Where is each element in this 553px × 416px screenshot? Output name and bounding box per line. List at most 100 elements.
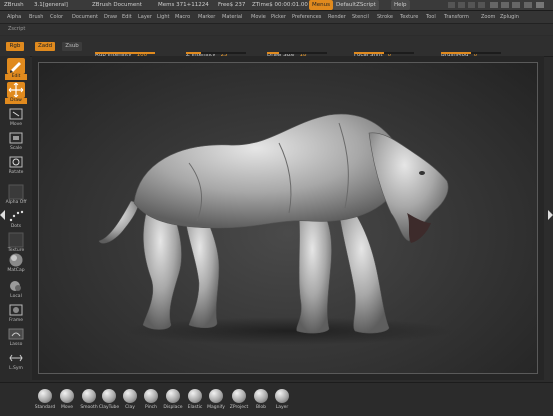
- brush-blob-icon: [254, 389, 268, 403]
- title-bar: ZBrush 3.1[general] ZBrush Document Mems…: [0, 0, 553, 11]
- sculpted-creature-model: [98, 113, 454, 345]
- menu-picker[interactable]: Picker: [271, 11, 286, 23]
- menu-tool[interactable]: Tool: [426, 11, 436, 23]
- tool-frame-label: Frame: [8, 318, 24, 323]
- menu-bar-row-2: Zscript: [0, 24, 553, 35]
- menu-zplugin[interactable]: Zplugin: [500, 11, 519, 23]
- default-zscript-button[interactable]: DefaultZScript: [333, 0, 379, 10]
- menu-stroke[interactable]: Stroke: [377, 11, 393, 23]
- draw-size-slider[interactable]: Draw Size 18: [267, 41, 327, 58]
- tool-lasso[interactable]: Lasso: [5, 326, 27, 350]
- tool-matcap-label: MatCap: [7, 268, 25, 273]
- scale-icon: [7, 130, 25, 146]
- edit-icon: [7, 58, 25, 74]
- tool-move-label: Move: [9, 122, 23, 127]
- zadd-button[interactable]: Zadd: [35, 42, 55, 51]
- menu-color[interactable]: Color: [50, 11, 63, 23]
- tool-edit-label: Edit: [5, 74, 27, 80]
- tool-dots-label: Dots: [10, 224, 22, 229]
- tool-dots[interactable]: Dots: [5, 208, 27, 232]
- menu-marker[interactable]: Marker: [198, 11, 215, 23]
- alpha-icon: [7, 184, 25, 200]
- dots-icon: [7, 208, 25, 224]
- menu-zscript[interactable]: Zscript: [8, 24, 25, 35]
- menu-brush[interactable]: Brush: [29, 11, 43, 23]
- document-name: ZBrush Document: [92, 2, 142, 8]
- brush-standard-icon: [38, 389, 52, 403]
- brush-layer-icon: [275, 389, 289, 403]
- menu-material[interactable]: Material: [222, 11, 242, 23]
- menu-render[interactable]: Render: [328, 11, 346, 23]
- move-icon: [7, 106, 25, 122]
- brush-smooth-icon: [82, 389, 96, 403]
- menu-movie[interactable]: Movie: [251, 11, 266, 23]
- menu-alpha[interactable]: Alpha: [7, 11, 21, 23]
- tool-scale-label: Scale: [9, 146, 23, 151]
- brush-palette-bar: Standard Move Smooth ClayTube Clay Pinch…: [0, 382, 553, 416]
- menu-document[interactable]: Document: [72, 11, 98, 23]
- menu-layer[interactable]: Layer: [138, 11, 152, 23]
- tool-lasso-label: Lasso: [9, 342, 23, 347]
- brush-mod-fill: [441, 52, 471, 54]
- tool-local-label: Local: [10, 294, 22, 299]
- menus-button[interactable]: Menus: [309, 0, 333, 10]
- menu-stencil[interactable]: Stencil: [352, 11, 369, 23]
- brush-magnify-icon: [209, 389, 223, 403]
- draw-icon: [7, 82, 25, 98]
- lsym-icon: [7, 350, 25, 366]
- focal-shift-slider[interactable]: Focal Shift 0: [354, 41, 414, 58]
- brush-move-icon: [60, 389, 74, 403]
- memory-readout: Mems 371+11224: [158, 2, 209, 8]
- z-intensity-fill: [186, 52, 201, 54]
- brush-zproject-icon: [232, 389, 246, 403]
- tool-alpha-label: Alpha Off: [5, 200, 27, 205]
- tool-edit[interactable]: Edit: [5, 58, 27, 82]
- menu-bar: Alpha Brush Color Document Draw Edit Lay…: [0, 11, 553, 24]
- app-name: ZBrush: [4, 2, 24, 8]
- lasso-icon: [7, 326, 25, 342]
- zsub-button[interactable]: Zsub: [62, 42, 82, 51]
- menu-preferences[interactable]: Preferences: [292, 11, 321, 23]
- tool-move[interactable]: Move: [5, 106, 27, 130]
- tool-scale[interactable]: Scale: [5, 130, 27, 154]
- rotate-icon: [7, 154, 25, 170]
- menu-macro[interactable]: Macro: [175, 11, 190, 23]
- rgb-intensity-fill: [95, 52, 155, 54]
- tool-rotate-label: Rotate: [8, 170, 24, 175]
- menu-edit[interactable]: Edit: [122, 11, 132, 23]
- menu-light[interactable]: Light: [157, 11, 169, 23]
- app-version: 3.1[general]: [34, 2, 68, 8]
- rgb-intensity-slider[interactable]: Rgb Intensity 100: [95, 41, 155, 58]
- focal-shift-fill: [354, 52, 384, 54]
- menu-texture[interactable]: Texture: [400, 11, 418, 23]
- tool-frame[interactable]: Frame: [5, 302, 27, 326]
- brush-layer[interactable]: Layer: [271, 387, 293, 415]
- rgb-button[interactable]: Rgb: [6, 42, 24, 51]
- tool-local[interactable]: Local: [5, 278, 27, 302]
- top-shelf: Rgb Zadd Zsub Rgb Intensity 100 Z Intens…: [0, 36, 553, 58]
- document-canvas[interactable]: [38, 62, 538, 374]
- menu-draw[interactable]: Draw: [104, 11, 117, 23]
- tool-matcap[interactable]: MatCap: [5, 252, 27, 276]
- right-tray-handle-icon[interactable]: [547, 205, 553, 220]
- matcap-icon: [7, 252, 25, 268]
- brush-pinch-icon: [144, 389, 158, 403]
- tool-draw[interactable]: Draw: [5, 82, 27, 106]
- left-tray-handle-icon[interactable]: [0, 205, 6, 220]
- frame-icon: [7, 302, 25, 318]
- tool-draw-label: Draw: [5, 98, 27, 104]
- ztime-readout: ZTime$ 00:00:01.00: [252, 2, 308, 8]
- tool-rotate[interactable]: Rotate: [5, 154, 27, 178]
- brush-clay-icon: [123, 389, 137, 403]
- tool-alpha[interactable]: Alpha Off: [5, 184, 27, 208]
- z-intensity-slider[interactable]: Z Intensity 25: [186, 41, 246, 58]
- menu-transform[interactable]: Transform: [444, 11, 469, 23]
- tool-lsym[interactable]: L.Sym: [5, 350, 27, 374]
- help-button[interactable]: Help: [391, 0, 410, 10]
- brush-mod-slider[interactable]: BrushMod 0: [441, 41, 501, 58]
- brush-layer-label: Layer: [275, 405, 289, 410]
- tool-lsym-label: L.Sym: [9, 366, 23, 371]
- menu-zoom[interactable]: Zoom: [481, 11, 495, 23]
- texture-icon: [7, 232, 25, 248]
- brush-claytube-icon: [102, 389, 116, 403]
